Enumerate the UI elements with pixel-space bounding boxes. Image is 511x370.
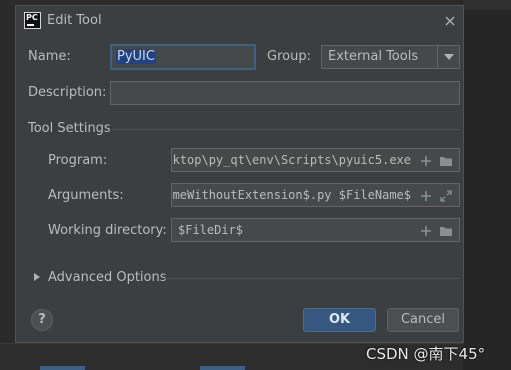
background-panel [463,0,511,370]
watermark: CSDN @南下45° [366,345,486,363]
working-directory-value: $FileDir$ [178,223,244,237]
triangle-right-icon[interactable] [33,271,41,281]
folder-icon[interactable] [439,223,453,237]
description-input[interactable] [110,81,460,105]
help-button[interactable]: ? [31,309,53,331]
description-label: Description: [28,85,107,100]
advanced-options-separator [164,278,460,279]
edit-tool-dialog: PC Edit Tool Name: PyUIC Group: External… [15,5,464,343]
dialog-titlebar[interactable]: PC Edit Tool [16,6,463,36]
ok-button[interactable]: OK [303,308,376,332]
close-icon[interactable] [443,14,457,28]
advanced-options-toggle[interactable]: Advanced Options [48,270,167,285]
plus-icon[interactable] [419,188,433,202]
working-directory-actions [415,219,459,241]
group-label: Group: [267,49,311,64]
name-input-value: PyUIC [116,49,156,64]
plus-icon[interactable] [419,153,433,167]
app-icon-text: PC [26,13,38,22]
pycharm-app-icon: PC [24,12,41,29]
working-directory-label: Working directory: [48,223,167,238]
arguments-input[interactable]: ameWithoutExtension$.py $FileName$ [171,183,460,207]
group-select-value: External Tools [328,49,419,64]
group-select-toggle[interactable] [437,46,459,68]
expand-icon[interactable] [439,188,453,202]
name-label: Name: [28,49,71,64]
background-panel-strip [463,0,511,10]
program-input-value: or\Desktop\py_qt\env\Scripts\pyuic5.exe [172,153,411,167]
chevron-down-icon [444,54,454,60]
background-tab [40,366,85,370]
program-label: Program: [48,153,108,168]
cancel-button[interactable]: Cancel [387,308,459,332]
arguments-input-value: ameWithoutExtension$.py $FileName$ [171,188,411,202]
name-input[interactable]: PyUIC [110,44,256,70]
background-tab [200,366,245,370]
arguments-label: Arguments: [48,188,124,203]
arguments-input-actions [415,184,459,206]
tool-settings-heading: Tool Settings [28,121,111,136]
group-select[interactable]: External Tools [321,45,460,69]
folder-icon[interactable] [439,153,453,167]
program-input-actions [415,149,459,171]
working-directory-input[interactable]: $FileDir$ [171,218,460,242]
plus-icon[interactable] [419,223,433,237]
program-input[interactable]: or\Desktop\py_qt\env\Scripts\pyuic5.exe [171,148,460,172]
dialog-title: Edit Tool [47,13,102,28]
tool-settings-separator [112,129,460,130]
